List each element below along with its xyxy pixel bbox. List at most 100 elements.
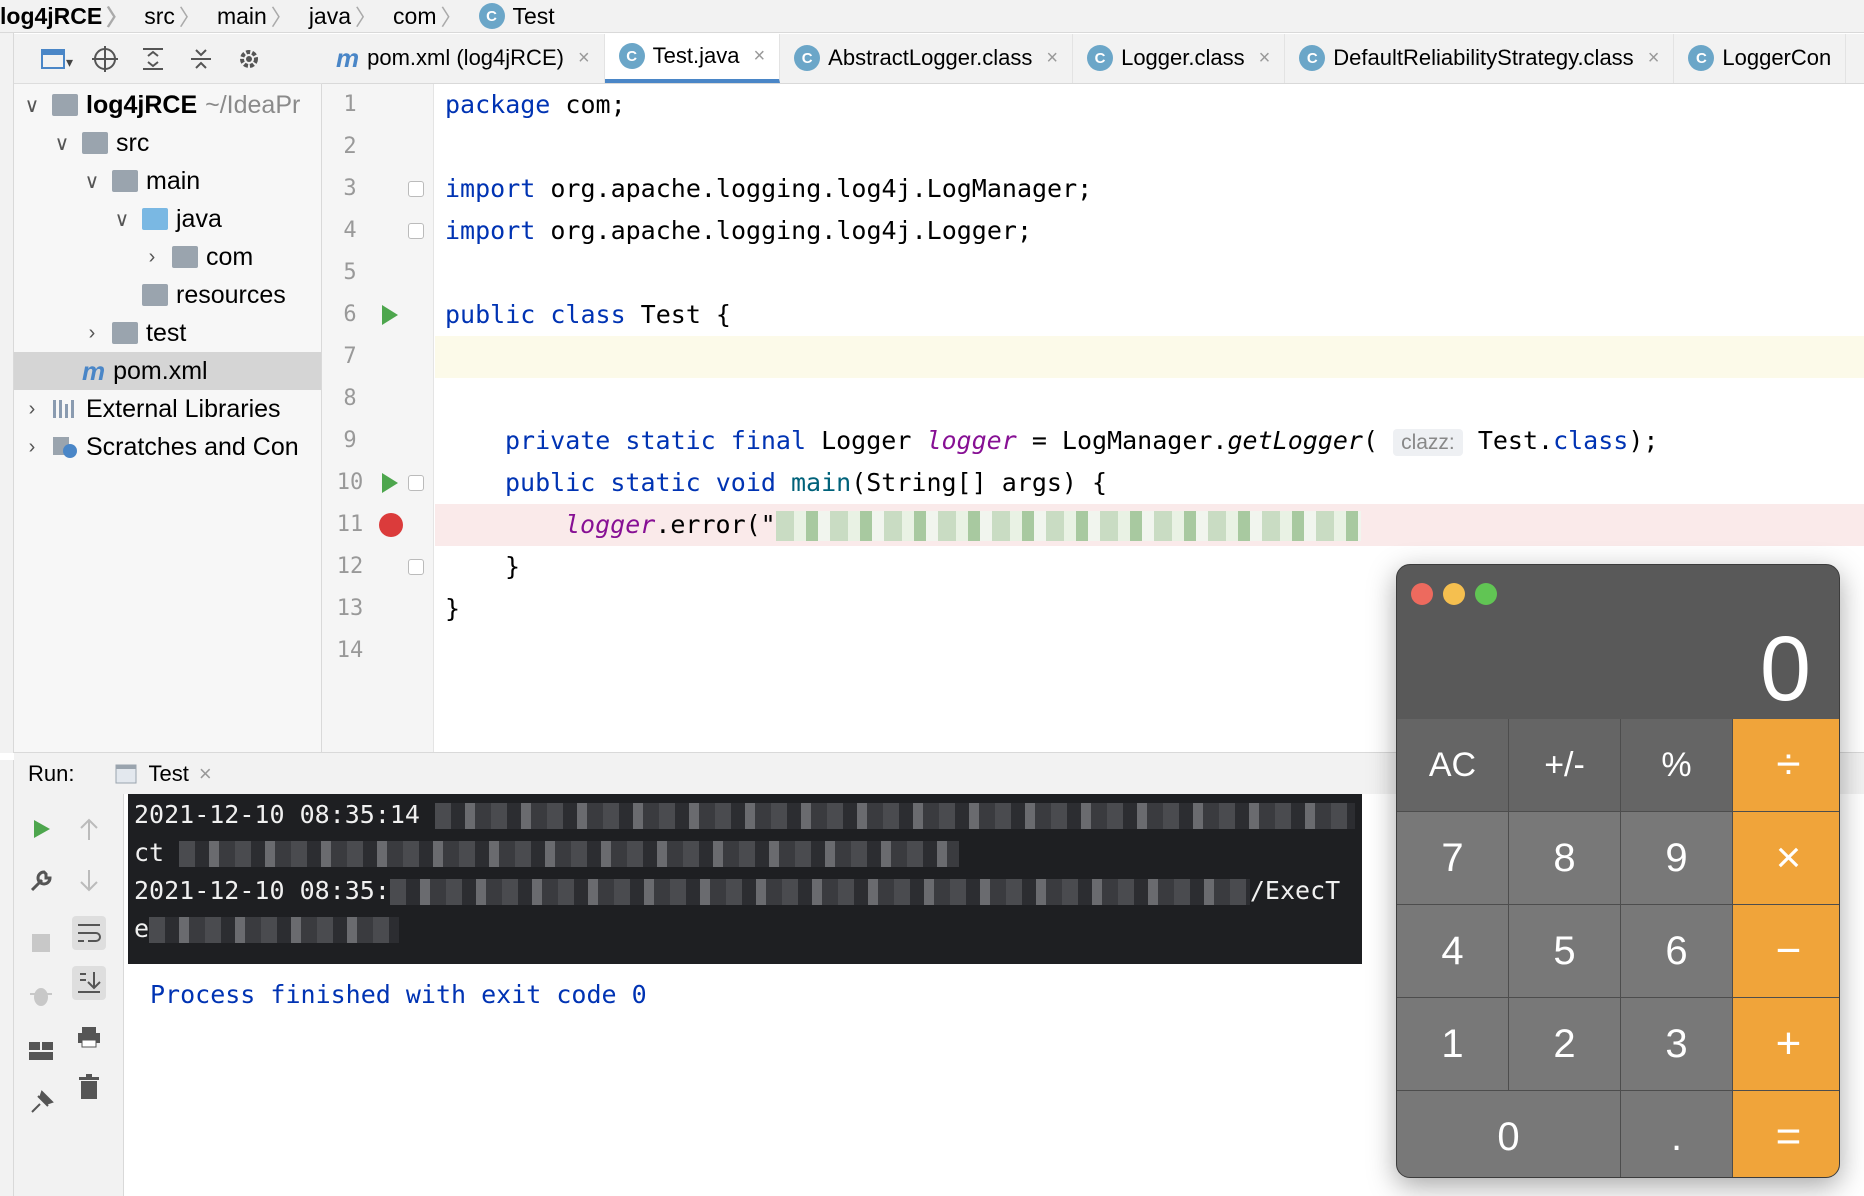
fold-icon[interactable] — [408, 223, 424, 239]
zoom-window-button[interactable] — [1475, 583, 1497, 605]
key-9[interactable]: 9 — [1621, 812, 1732, 904]
key-decimal[interactable]: . — [1621, 1091, 1732, 1177]
key-3[interactable]: 3 — [1621, 998, 1732, 1090]
expand-all-button[interactable] — [136, 42, 170, 76]
key-0[interactable]: 0 — [1397, 1091, 1620, 1177]
close-icon[interactable]: × — [1259, 47, 1271, 70]
key-multiply[interactable]: × — [1733, 812, 1839, 904]
tree-item-external-libraries[interactable]: › External Libraries — [14, 390, 321, 428]
key-clear[interactable]: AC — [1397, 719, 1508, 811]
tab-test-java[interactable]: C Test.java × — [604, 34, 781, 83]
code-keyword: public static void — [505, 468, 776, 497]
run-main-icon[interactable] — [382, 473, 398, 493]
key-5[interactable]: 5 — [1509, 905, 1620, 997]
tab-abstract-logger[interactable]: C AbstractLogger.class × — [780, 34, 1074, 83]
expand-all-icon — [143, 47, 163, 70]
parameter-hint: clazz: — [1393, 429, 1463, 456]
close-window-button[interactable] — [1411, 583, 1433, 605]
key-4[interactable]: 4 — [1397, 905, 1508, 997]
project-view-selector-button[interactable]: ▾ — [40, 42, 74, 76]
key-6[interactable]: 6 — [1621, 905, 1732, 997]
breadcrumb-item-test[interactable]: C Test — [478, 3, 563, 30]
close-icon[interactable]: × — [1648, 47, 1660, 70]
project-toolbar: ▾ — [14, 34, 322, 84]
gear-icon — [240, 49, 258, 68]
code-line-1: package com; — [435, 84, 1864, 126]
print-button[interactable] — [72, 1020, 106, 1054]
scroll-up-button[interactable] — [72, 812, 106, 846]
tree-item-pom[interactable]: m pom.xml — [14, 352, 321, 390]
key-8[interactable]: 8 — [1509, 812, 1620, 904]
chevron-down-icon: ∨ — [54, 132, 70, 155]
line-number: 7 — [343, 344, 357, 369]
key-percent[interactable]: % — [1621, 719, 1732, 811]
key-7[interactable]: 7 — [1397, 812, 1508, 904]
tree-item-com[interactable]: › com — [14, 238, 321, 276]
edit-config-button[interactable] — [24, 864, 58, 898]
close-icon[interactable]: × — [199, 761, 212, 787]
tab-label: pom.xml (log4jRCE) — [367, 45, 564, 70]
tab-logger-con[interactable]: C LoggerCon — [1674, 34, 1847, 83]
class-icon: C — [1688, 45, 1715, 71]
tree-item-src[interactable]: ∨ src — [14, 124, 321, 162]
close-icon[interactable]: × — [1046, 47, 1058, 70]
tree-item-root[interactable]: ∨ log4jRCE ~/IdeaPr — [14, 86, 321, 124]
tab-default-reliability-strategy[interactable]: C DefaultReliabilityStrategy.class × — [1285, 34, 1675, 83]
key-equals[interactable]: = — [1733, 1091, 1839, 1177]
run-tab-label: Test — [148, 760, 189, 786]
layout-icon — [29, 1042, 53, 1060]
breadcrumb-item-main[interactable]: main 〉 — [217, 0, 309, 32]
breadcrumb-label: com — [393, 2, 437, 29]
key-subtract[interactable]: − — [1733, 905, 1839, 997]
scroll-to-end-button[interactable] — [72, 966, 106, 1000]
chevron-right-icon: 〉 — [440, 5, 463, 30]
locate-file-button[interactable] — [88, 42, 122, 76]
tree-item-java[interactable]: ∨ java — [14, 200, 321, 238]
tree-item-scratches[interactable]: › Scratches and Con — [14, 428, 321, 466]
tab-pom-xml[interactable]: m pom.xml (log4jRCE) × — [322, 34, 605, 83]
breadcrumb-item-com[interactable]: com 〉 — [393, 0, 478, 32]
tree-item-main[interactable]: ∨ main — [14, 162, 321, 200]
code-variable: logger — [565, 510, 656, 539]
fold-icon[interactable] — [408, 181, 424, 197]
editor-tabs: m pom.xml (log4jRCE) × C Test.java × C Abstra… — [322, 34, 1864, 84]
tree-label: test — [146, 318, 187, 347]
breadcrumb-item-project[interactable]: log4jRCE 〉 — [0, 0, 144, 32]
code-line-11: logger.error(" — [435, 504, 1864, 546]
code-text: ); — [1628, 426, 1659, 455]
tree-item-resources[interactable]: resources — [14, 276, 321, 314]
editor-gutter[interactable]: 1 2 3 4 5 6 7 8 9 10 11 12 13 14 — [322, 84, 434, 752]
fold-icon[interactable] — [408, 559, 424, 575]
tree-label: main — [146, 166, 201, 195]
key-2[interactable]: 2 — [1509, 998, 1620, 1090]
breadcrumb-item-java[interactable]: java 〉 — [309, 0, 393, 32]
run-tab-test[interactable]: Test × — [114, 760, 212, 787]
key-add[interactable]: + — [1733, 998, 1839, 1090]
clear-console-button[interactable] — [72, 1070, 106, 1104]
key-sign[interactable]: +/- — [1509, 719, 1620, 811]
chevron-right-icon: 〉 — [106, 5, 129, 30]
tree-label: java — [176, 204, 222, 233]
fold-icon[interactable] — [408, 475, 424, 491]
breakpoint-icon[interactable] — [379, 513, 403, 537]
key-divide[interactable]: ÷ — [1733, 719, 1839, 811]
run-class-icon[interactable] — [382, 305, 398, 325]
tree-item-test[interactable]: › test — [14, 314, 321, 352]
key-1[interactable]: 1 — [1397, 998, 1508, 1090]
rerun-button[interactable] — [24, 812, 58, 846]
close-icon[interactable]: × — [753, 45, 765, 68]
breadcrumb-item-src[interactable]: src 〉 — [144, 0, 217, 32]
settings-button[interactable] — [232, 42, 266, 76]
tab-logger-class[interactable]: C Logger.class × — [1073, 34, 1286, 83]
soft-wrap-button[interactable] — [72, 916, 106, 950]
layout-button[interactable] — [24, 1034, 58, 1068]
collapse-all-button[interactable] — [184, 42, 218, 76]
scroll-down-button[interactable] — [72, 864, 106, 898]
close-icon[interactable]: × — [578, 47, 590, 70]
redacted-output — [435, 803, 1356, 829]
code-text: com; — [550, 90, 626, 119]
code-line-4: import org.apache.logging.log4j.Logger; — [435, 210, 1864, 252]
minimize-window-button[interactable] — [1443, 583, 1465, 605]
left-tool-strip — [0, 33, 14, 753]
pin-button[interactable] — [24, 1086, 58, 1120]
